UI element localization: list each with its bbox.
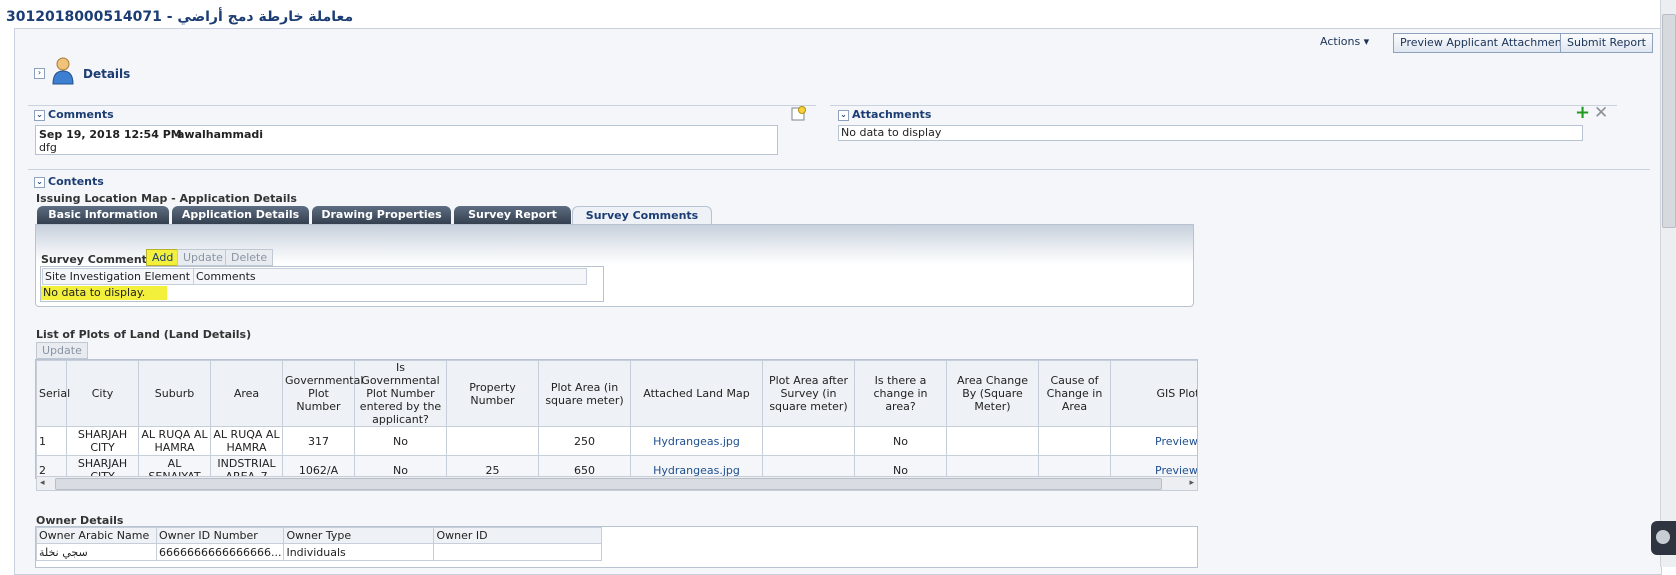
column-header[interactable]: Serial	[36, 360, 70, 427]
plots-table-container: Serial City Suburb Area Governmental Plo…	[35, 359, 1198, 479]
chevron-down-icon: ⌄	[34, 176, 45, 188]
cell-suburb: AL RUQA AL HAMRA	[138, 426, 211, 456]
remove-attachment-icon[interactable]: ✕	[1594, 104, 1608, 122]
cell-owner-id	[433, 543, 603, 561]
update-button[interactable]: Update	[177, 249, 229, 266]
scroll-thumb[interactable]	[55, 478, 1162, 490]
tab-basic-information[interactable]: Basic Information	[37, 206, 169, 224]
chat-icon	[1656, 530, 1670, 544]
column-header[interactable]: City	[66, 360, 139, 427]
comment-text: dfg	[39, 141, 57, 154]
attachments-header-label: Attachments	[852, 108, 932, 121]
owners-header-row: Owner Arabic Name Owner ID Number Owner …	[36, 527, 603, 544]
column-header[interactable]: Governmental Plot Number	[282, 360, 363, 427]
comment-user: awalhammadi	[177, 128, 264, 141]
contents-header[interactable]: ⌄ Contents	[34, 175, 104, 188]
owners-table-container: Owner Arabic Name Owner ID Number Owner …	[35, 526, 1198, 568]
add-comment-icon[interactable]	[791, 106, 807, 122]
submit-report-button[interactable]: Submit Report	[1560, 33, 1653, 53]
comments-header[interactable]: ⌄ Comments	[34, 108, 114, 121]
details-disclosure[interactable]: ›	[34, 66, 48, 79]
column-header[interactable]: Area Change By (Square Meter)	[946, 360, 1039, 427]
tab-drawing-properties[interactable]: Drawing Properties	[312, 206, 451, 224]
attachments-divider	[830, 105, 1617, 106]
comments-header-label: Comments	[48, 108, 114, 121]
page-title: معاملة خارطة دمج أراضي - 301201800051407…	[6, 9, 354, 25]
scroll-right-icon[interactable]: ▸	[1189, 478, 1194, 488]
comment-date: Sep 19, 2018 12:54 PM	[39, 128, 182, 141]
contents-divider	[28, 169, 1650, 170]
column-header[interactable]: GIS Plot	[1110, 360, 1197, 427]
comments-divider	[28, 105, 816, 106]
tab-survey-report[interactable]: Survey Report	[454, 206, 571, 224]
cell-owner-type: Individuals	[283, 543, 435, 561]
table-row[interactable]: سجي نخلة 6666666666666666... Individuals	[36, 543, 603, 561]
cell-property-number	[446, 426, 539, 456]
tab-application-details[interactable]: Application Details	[172, 206, 309, 224]
attachments-header[interactable]: ⌄ Attachments	[838, 108, 931, 121]
scroll-left-icon[interactable]: ◂	[40, 478, 45, 488]
chevron-right-icon: ›	[34, 67, 45, 79]
column-header[interactable]: Owner ID	[433, 527, 603, 544]
cell-change-by	[946, 426, 1039, 456]
owners-table: Owner Arabic Name Owner ID Number Owner …	[36, 527, 603, 561]
chevron-down-icon: ⌄	[838, 109, 849, 121]
attachments-empty: No data to display	[838, 125, 1583, 141]
column-header[interactable]: Attached Land Map	[630, 360, 763, 427]
cell-serial: 1	[36, 426, 67, 456]
actions-menu[interactable]: Actions ▾	[1320, 33, 1369, 51]
column-header[interactable]: Property Number	[446, 360, 539, 427]
cell-owner-id-number: 6666666666666666...	[155, 543, 285, 561]
table-row[interactable]: 1 SHARJAH CITY AL RUQA AL HAMRA AL RUQA …	[36, 426, 1197, 456]
plots-table: Serial City Suburb Area Governmental Plo…	[36, 360, 1197, 478]
cell-cause	[1038, 426, 1111, 456]
plots-title: List of Plots of Land (Land Details)	[36, 328, 252, 341]
column-header[interactable]: Owner ID Number	[155, 527, 285, 544]
survey-comments-label: Survey Comments	[41, 253, 154, 266]
column-comments[interactable]: Comments	[193, 268, 587, 285]
contents-subtitle: Issuing Location Map - Application Detai…	[36, 192, 297, 205]
survey-comments-empty: No data to display.	[41, 286, 167, 300]
plots-update-button[interactable]: Update	[36, 342, 88, 359]
cell-area-after-survey	[762, 426, 855, 456]
survey-comments-table: Site Investigation Element Comments No d…	[40, 266, 604, 302]
cell-gov-plot: 317	[282, 426, 355, 456]
page-scroll-thumb[interactable]	[1662, 14, 1676, 228]
preview-attachments-button[interactable]: Preview Applicant Attachments	[1393, 33, 1579, 53]
floating-widget[interactable]	[1651, 521, 1676, 555]
add-button[interactable]: Add	[146, 249, 180, 266]
add-attachment-icon[interactable]: +	[1575, 104, 1590, 122]
column-header[interactable]: Suburb	[138, 360, 211, 427]
cell-area: AL RUQA AL HAMRA	[210, 426, 283, 456]
column-header[interactable]: Owner Arabic Name	[36, 527, 157, 544]
plots-header-row: Serial City Suburb Area Governmental Plo…	[36, 360, 1197, 427]
column-header[interactable]: Owner Type	[283, 527, 435, 544]
tab-survey-comments[interactable]: Survey Comments	[572, 206, 712, 225]
chevron-down-icon: ⌄	[34, 109, 45, 121]
comments-box: Sep 19, 2018 12:54 PM awalhammadi dfg	[35, 125, 778, 155]
plots-horizontal-scrollbar[interactable]: ◂ ▸	[36, 476, 1198, 491]
column-header[interactable]: Is there a change in area?	[854, 360, 947, 427]
delete-button[interactable]: Delete	[225, 249, 274, 266]
contents-header-label: Contents	[48, 175, 104, 188]
cell-area-change: No	[854, 426, 947, 456]
user-icon	[52, 57, 74, 85]
column-site-investigation[interactable]: Site Investigation Element	[42, 268, 195, 285]
column-header[interactable]: Cause of Change in Area	[1038, 360, 1111, 427]
column-header[interactable]: Area	[210, 360, 283, 427]
cell-city: SHARJAH CITY	[66, 426, 139, 456]
land-map-link[interactable]: Hydrangeas.jpg	[630, 426, 763, 456]
details-label: Details	[83, 67, 131, 81]
column-header[interactable]: Plot Area (in square meter)	[538, 360, 631, 427]
cell-plot-area: 250	[538, 426, 631, 456]
column-header[interactable]: Is Governmental Plot Number entered by t…	[354, 360, 447, 427]
cell-gov-entered: No	[354, 426, 447, 456]
cell-owner-arabic-name: سجي نخلة	[36, 543, 157, 561]
gis-preview-link[interactable]: Preview	[1110, 426, 1197, 456]
column-header[interactable]: Plot Area after Survey (in square meter)	[762, 360, 855, 427]
